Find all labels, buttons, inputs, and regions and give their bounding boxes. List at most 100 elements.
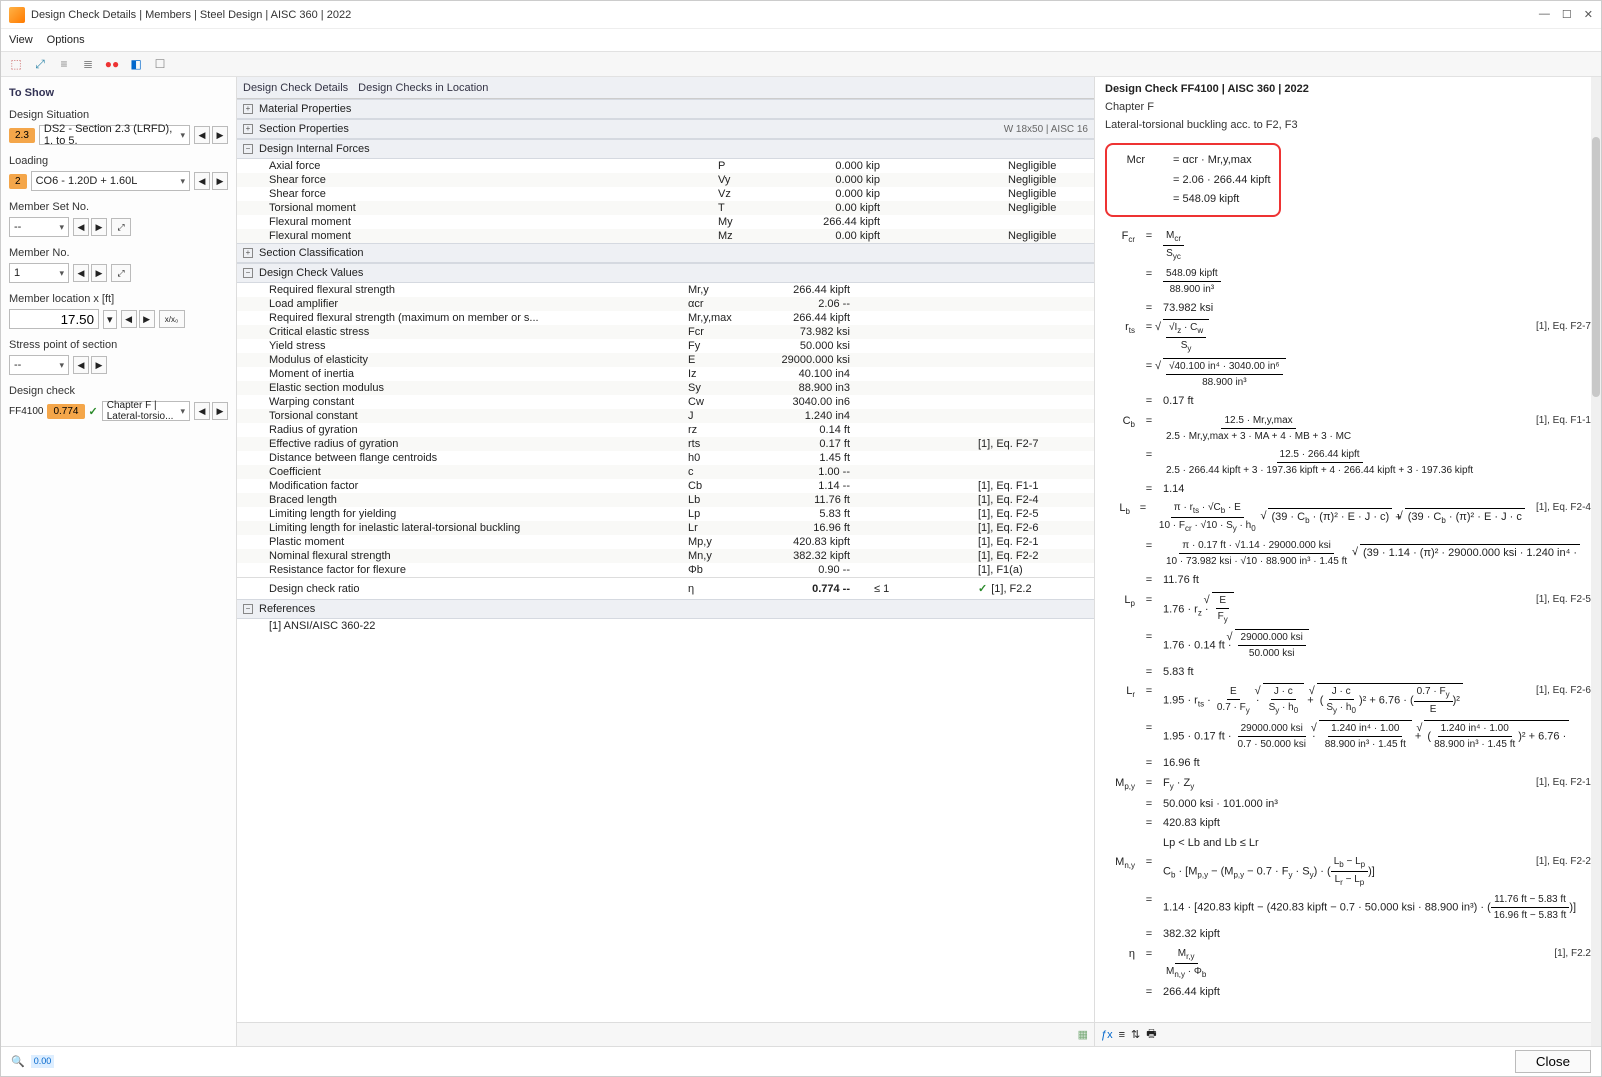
table-row: Load amplifierαcr2.06 --	[237, 297, 1094, 311]
formula-icon[interactable]: ƒx	[1101, 1029, 1113, 1041]
prev-button[interactable]: ◀	[73, 264, 89, 282]
formula-area: Mcr= αcr · Mr,y,max = 2.06 · 266.44 kipf…	[1095, 133, 1601, 1022]
table-row: [1] ANSI/AISC 360-22	[237, 619, 1094, 633]
table-row: Warping constantCw3040.00 in6	[237, 395, 1094, 409]
chevron-down-icon: ▾	[59, 360, 64, 371]
right-title: Design Check FF4100 | AISC 360 | 2022	[1105, 83, 1591, 95]
group-header[interactable]: −Design Check Values	[237, 263, 1094, 283]
member-no-value: 1	[14, 267, 20, 279]
tool-icon-6[interactable]: ◧	[127, 55, 145, 73]
loading-combo[interactable]: CO6 - 1.20D + 1.60L ▾	[31, 171, 190, 191]
chevron-down-icon: ▾	[59, 268, 64, 279]
tool-icon-4[interactable]: ≣	[79, 55, 97, 73]
table-row: Resistance factor for flexureΦb0.90 --[1…	[237, 563, 1094, 577]
chevron-down-icon: ▾	[180, 406, 185, 417]
tool-icon-7[interactable]: ☐	[151, 55, 169, 73]
table-row: Plastic momentMp,y420.83 kipft[1], Eq. F…	[237, 535, 1094, 549]
maximize-icon[interactable]: ☐	[1562, 8, 1572, 21]
table-row: Limiting length for inelastic lateral-to…	[237, 521, 1094, 535]
app-icon	[9, 7, 25, 23]
table-row: Moment of inertiaIz40.100 in4	[237, 367, 1094, 381]
table-row: Required flexural strength (maximum on m…	[237, 311, 1094, 325]
prev-button[interactable]: ◀	[194, 402, 210, 420]
design-check-code: FF4100	[9, 406, 43, 417]
next-button[interactable]: ▶	[212, 172, 228, 190]
sort-icon[interactable]: ⇅	[1131, 1028, 1140, 1041]
tool-icon-2[interactable]: ⤢	[31, 55, 49, 73]
tool-icon-5[interactable]: ●●	[103, 55, 121, 73]
next-button[interactable]: ▶	[212, 126, 228, 144]
chevron-down-icon: ▾	[180, 176, 185, 187]
group-header[interactable]: −References	[237, 599, 1094, 619]
member-loc-label: Member location x [ft]	[9, 293, 228, 305]
group-header[interactable]: −Design Internal Forces	[237, 139, 1094, 159]
right-desc: Lateral-torsional buckling acc. to F2, F…	[1105, 119, 1591, 131]
group-header[interactable]: +Section Classification	[237, 243, 1094, 263]
table-row: Limiting length for yieldingLp5.83 ft[1]…	[237, 507, 1094, 521]
prev-button[interactable]: ◀	[73, 356, 89, 374]
design-check-combo[interactable]: Chapter F | Lateral-torsio... ▾	[102, 401, 190, 421]
close-button[interactable]: Close	[1515, 1050, 1591, 1073]
table-row: Shear forceVz0.000 kipNegligible	[237, 187, 1094, 201]
stress-point-combo[interactable]: -- ▾	[9, 355, 69, 375]
pick-icon[interactable]: ⤢	[111, 218, 131, 236]
tab-location[interactable]: Design Checks in Location	[358, 82, 488, 94]
tool-icon-1[interactable]: ⬚	[7, 55, 25, 73]
table-row: Modification factorCb1.14 --[1], Eq. F1-…	[237, 479, 1094, 493]
menu-options[interactable]: Options	[47, 34, 85, 46]
group-header[interactable]: +Section PropertiesW 18x50 | AISC 16	[237, 119, 1094, 139]
table-row: Modulus of elasticityE29000.000 ksi	[237, 353, 1094, 367]
table-row: Torsional constantJ1.240 in4	[237, 409, 1094, 423]
scrollbar[interactable]	[1591, 77, 1601, 1046]
search-icon[interactable]: 🔍	[11, 1055, 25, 1068]
table-row: Shear forceVy0.000 kipNegligible	[237, 173, 1094, 187]
tool-icon-3[interactable]: ≡	[55, 55, 73, 73]
table-row: Required flexural strengthMr,y266.44 kip…	[237, 283, 1094, 297]
table-row: Axial forceP0.000 kipNegligible	[237, 159, 1094, 173]
next-button[interactable]: ▶	[139, 310, 155, 328]
member-no-combo[interactable]: 1 ▾	[9, 263, 69, 283]
table-row: Effective radius of gyrationrts0.17 ft[1…	[237, 437, 1094, 451]
design-situation-combo[interactable]: DS2 - Section 2.3 (LRFD), 1. to 5. ▾	[39, 125, 190, 145]
next-button[interactable]: ▶	[91, 264, 107, 282]
tab-details[interactable]: Design Check Details	[243, 82, 348, 94]
loading-value: CO6 - 1.20D + 1.60L	[36, 175, 138, 187]
center-panel: Design Check Details Design Checks in Lo…	[237, 77, 1095, 1046]
table-row: Distance between flange centroidsh01.45 …	[237, 451, 1094, 465]
export-icon[interactable]: ▦	[1078, 1028, 1088, 1041]
member-set-value: --	[14, 221, 21, 233]
loading-label: Loading	[9, 155, 228, 167]
check-icon: ✓	[89, 405, 98, 418]
next-button[interactable]: ▶	[91, 218, 107, 236]
stress-point-label: Stress point of section	[9, 339, 228, 351]
member-loc-input[interactable]	[9, 309, 99, 329]
pick-icon[interactable]: ⤢	[111, 264, 131, 282]
design-situation-value: DS2 - Section 2.3 (LRFD), 1. to 5.	[44, 123, 181, 147]
menubar: View Options	[1, 29, 1601, 51]
member-set-combo[interactable]: -- ▾	[9, 217, 69, 237]
next-button[interactable]: ▶	[212, 402, 228, 420]
prev-button[interactable]: ◀	[73, 218, 89, 236]
table-row: Critical elastic stressFcr73.982 ksi	[237, 325, 1094, 339]
minimize-icon[interactable]: —	[1539, 8, 1550, 21]
group-header[interactable]: +Material Properties	[237, 99, 1094, 119]
center-bottom-toolbar: ▦	[237, 1022, 1094, 1046]
window-title: Design Check Details | Members | Steel D…	[31, 9, 1539, 21]
left-panel: To Show Design Situation 2.3 DS2 - Secti…	[1, 77, 237, 1046]
chevron-down-icon: ▾	[180, 130, 185, 141]
prev-button[interactable]: ◀	[194, 126, 210, 144]
list-icon[interactable]: ≡	[1119, 1029, 1125, 1041]
chevron-down-icon[interactable]: ▾	[103, 310, 117, 329]
next-button[interactable]: ▶	[91, 356, 107, 374]
prev-button[interactable]: ◀	[121, 310, 137, 328]
print-icon[interactable]: 🖶	[1146, 1025, 1156, 1044]
locate-icon[interactable]: x/x₀	[159, 310, 185, 328]
close-icon[interactable]: ✕	[1584, 8, 1593, 21]
table-row: Elastic section modulusSy88.900 in3	[237, 381, 1094, 395]
loading-badge: 2	[9, 174, 27, 189]
precision-icon[interactable]: 0.00	[31, 1055, 55, 1068]
prev-button[interactable]: ◀	[194, 172, 210, 190]
design-check-ratio: 0.774	[47, 404, 84, 419]
design-situation-badge: 2.3	[9, 128, 35, 143]
menu-view[interactable]: View	[9, 34, 33, 46]
